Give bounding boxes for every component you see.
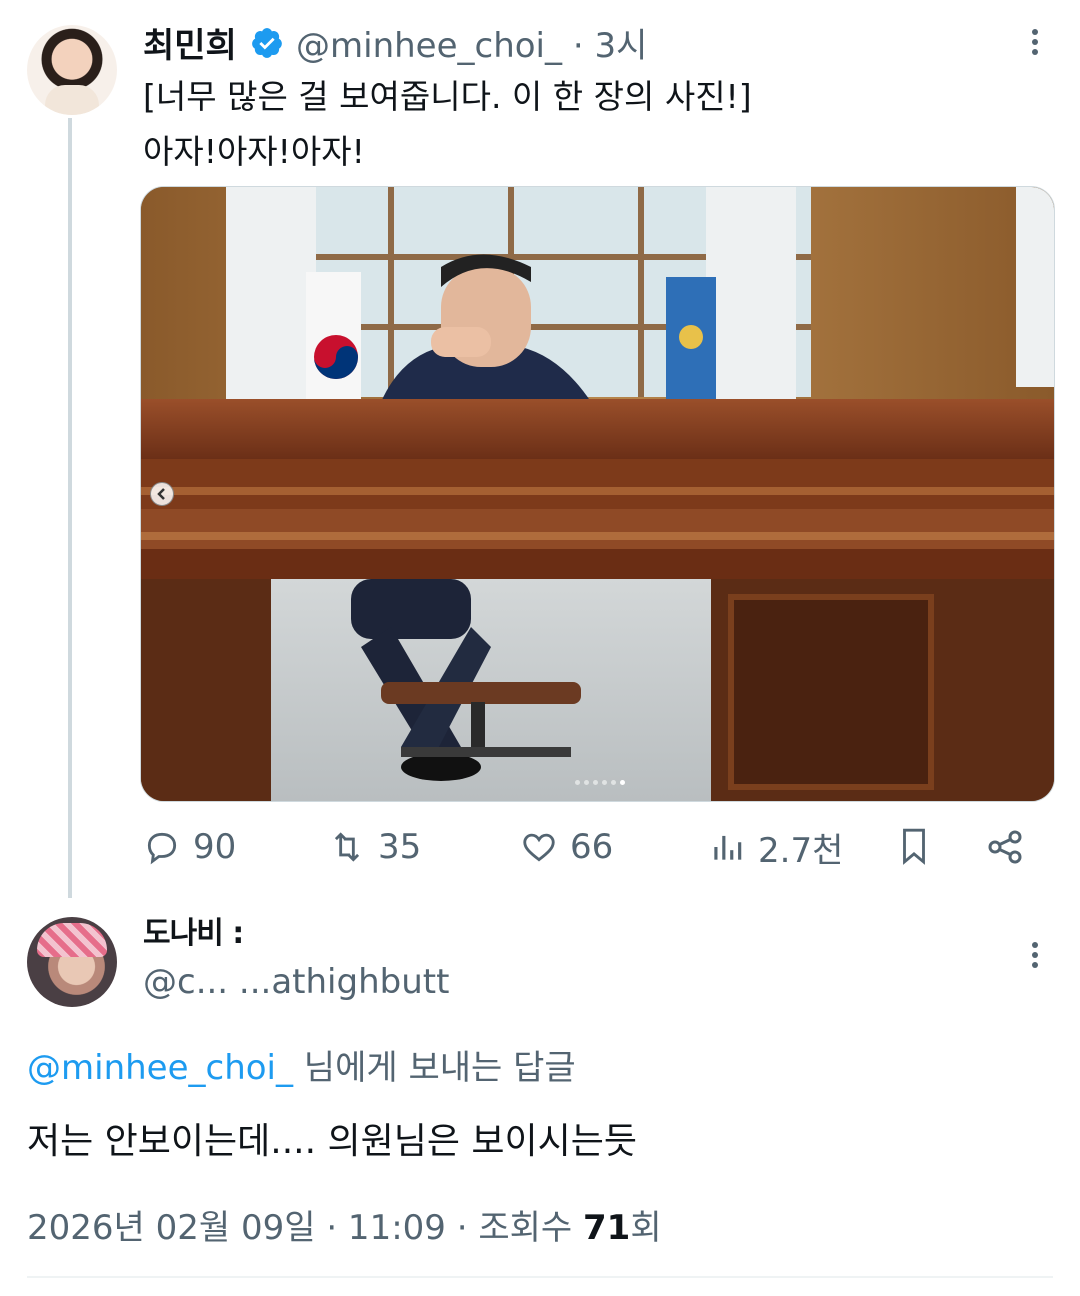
carousel-dot[interactable] [575, 780, 580, 785]
reply-to-mention-link[interactable]: @minhee_choi_ [27, 1048, 293, 1088]
author-avatar[interactable] [27, 25, 117, 115]
carousel-dot-active[interactable] [620, 780, 625, 785]
carousel-prev-button[interactable] [150, 482, 174, 506]
tweet-time[interactable]: 3시 [594, 26, 647, 66]
carousel-indicator [575, 780, 625, 786]
like-button[interactable]: 66 [520, 822, 613, 872]
author-name[interactable]: 최민희 [143, 18, 237, 67]
retweet-button[interactable]: 35 [328, 822, 421, 872]
reply-author-avatar[interactable] [27, 917, 117, 1007]
carousel-dot[interactable] [611, 780, 616, 785]
chevron-left-icon [157, 488, 165, 500]
tweet-photo[interactable] [140, 186, 1055, 802]
bar-chart-icon [714, 835, 742, 860]
tweet-text-line-2: 아자!아자!아자! [143, 132, 365, 171]
reply-count: 90 [193, 827, 237, 867]
divider [27, 1276, 1053, 1278]
thread-connector-line [68, 118, 72, 898]
retweet-icon [334, 832, 360, 862]
more-options-icon[interactable] [1020, 935, 1050, 975]
reply-author-handle[interactable]: @c... ...athighbutt [143, 962, 449, 1002]
reply-view-count: 71 [583, 1208, 631, 1248]
separator: · [572, 26, 584, 66]
verified-badge-icon [252, 28, 282, 58]
reply-button[interactable]: 90 [143, 822, 236, 872]
carousel-dot[interactable] [584, 780, 589, 785]
views-count: 2.7천 [758, 830, 844, 871]
reply-text: 저는 안보이는데.... 의원님은 보이시는듯 [27, 1121, 638, 1162]
author-handle[interactable]: @minhee_choi_ [296, 26, 562, 66]
reply-author-name[interactable]: 도나비 : [143, 908, 244, 952]
office-desk-photo [141, 187, 1054, 801]
share-icon[interactable] [985, 827, 1025, 867]
retweet-count: 35 [378, 827, 422, 867]
like-count: 66 [570, 827, 614, 867]
carousel-dot[interactable] [602, 780, 607, 785]
reply-view-suffix: 회 [630, 1208, 662, 1248]
more-options-icon[interactable] [1020, 22, 1050, 62]
heart-icon [523, 833, 555, 862]
reply-timestamp[interactable]: 2026년 02월 09일 · 11:09 · 조회수 [27, 1208, 583, 1248]
views-button[interactable]: 2.7천 [708, 822, 843, 872]
carousel-dot[interactable] [593, 780, 598, 785]
reply-meta: 2026년 02월 09일 · 11:09 · 조회수 71회 [27, 1200, 662, 1249]
reply-bubble-icon [147, 832, 177, 865]
bookmark-icon[interactable] [895, 825, 933, 867]
author-handle-line: @minhee_choi_ · 3시 [296, 18, 647, 67]
tweet-text-line-1: [너무 많은 걸 보여줍니다. 이 한 장의 사진!] [143, 77, 752, 116]
reply-to-suffix: 님에게 보내는 답글 [293, 1048, 576, 1088]
replying-to-line: @minhee_choi_ 님에게 보내는 답글 [27, 1040, 576, 1089]
